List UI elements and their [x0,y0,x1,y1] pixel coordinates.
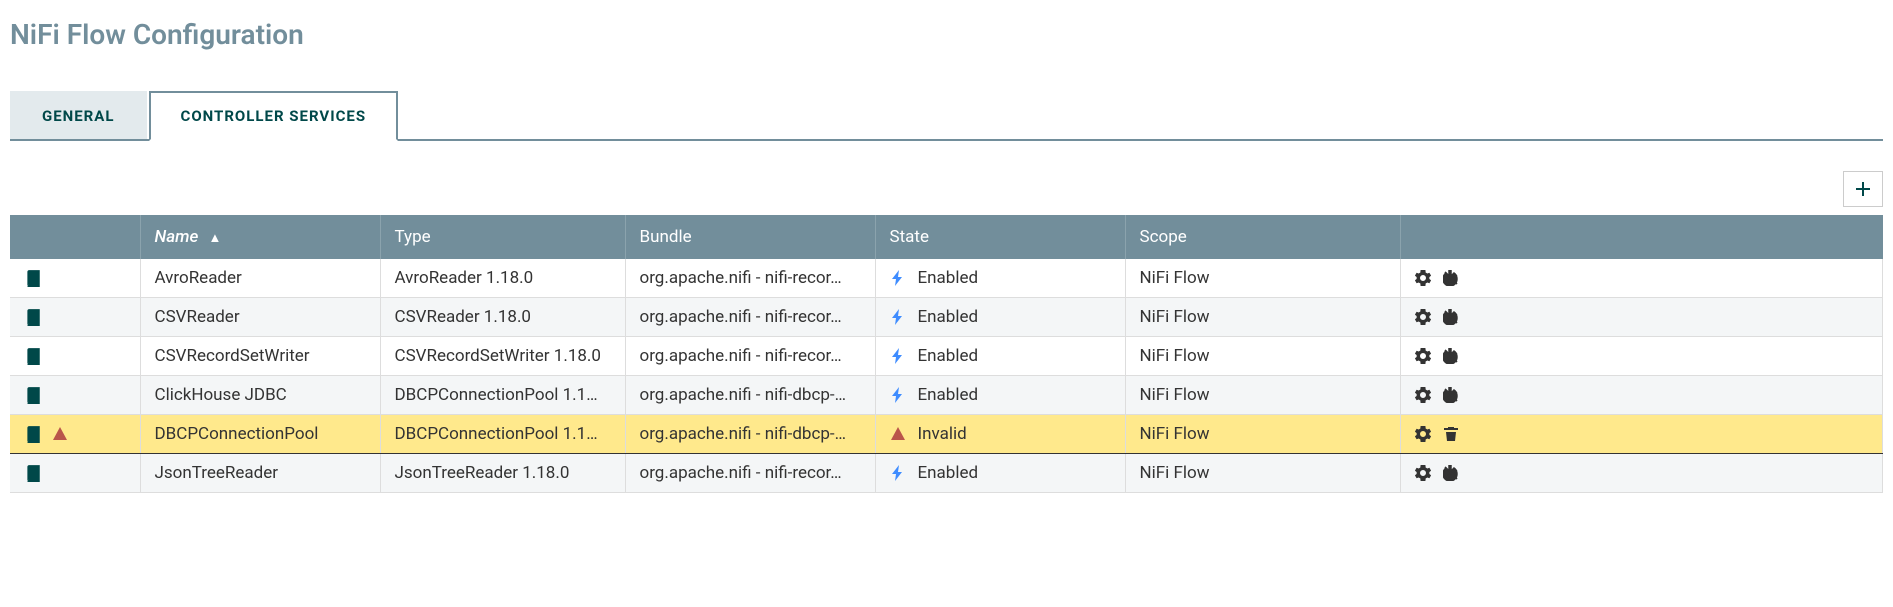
disable-icon[interactable] [1443,348,1459,364]
bolt-icon [890,348,906,364]
cell-actions [1400,298,1883,337]
gear-icon[interactable] [1415,465,1431,481]
cell-state: Enabled [875,298,1125,337]
tab-controller-services[interactable]: CONTROLLER SERVICES [149,91,399,141]
tab-general[interactable]: GENERAL [10,91,147,139]
book-icon[interactable] [24,308,42,326]
cell-leading [10,454,140,493]
cell-type: CSVReader 1.18.0 [380,298,625,337]
cell-type: DBCPConnectionPool 1.1… [380,376,625,415]
bolt-icon [890,387,906,403]
trash-icon[interactable] [1443,426,1459,442]
cell-name: CSVRecordSetWriter [140,337,380,376]
cell-scope: NiFi Flow [1125,454,1400,493]
cell-leading [10,415,140,454]
table-row[interactable]: DBCPConnectionPoolDBCPConnectionPool 1.1… [10,415,1883,454]
warning-icon[interactable] [52,426,68,442]
cell-bundle: org.apache.nifi - nifi-recor… [625,337,875,376]
cell-actions [1400,415,1883,454]
state-text: Enabled [918,346,979,366]
col-header-scope[interactable]: Scope [1125,215,1400,259]
col-header-state[interactable]: State [875,215,1125,259]
gear-icon[interactable] [1415,309,1431,325]
cell-bundle: org.apache.nifi - nifi-dbcp-… [625,415,875,454]
cell-bundle: org.apache.nifi - nifi-recor… [625,454,875,493]
book-icon[interactable] [24,425,42,443]
disable-icon[interactable] [1443,387,1459,403]
cell-leading [10,376,140,415]
cell-name: CSVReader [140,298,380,337]
add-controller-service-button[interactable] [1843,171,1883,207]
cell-state: Enabled [875,337,1125,376]
cell-name: DBCPConnectionPool [140,415,380,454]
book-icon[interactable] [24,386,42,404]
toolbar [10,171,1883,207]
disable-icon[interactable] [1443,270,1459,286]
cell-bundle: org.apache.nifi - nifi-recor… [625,259,875,298]
cell-leading [10,337,140,376]
col-header-actions [1400,215,1883,259]
gear-icon[interactable] [1415,270,1431,286]
cell-leading [10,259,140,298]
cell-scope: NiFi Flow [1125,298,1400,337]
gear-icon[interactable] [1415,387,1431,403]
cell-actions [1400,454,1883,493]
book-icon[interactable] [24,464,42,482]
cell-leading [10,298,140,337]
cell-actions [1400,376,1883,415]
cell-state: Enabled [875,454,1125,493]
cell-bundle: org.apache.nifi - nifi-dbcp-… [625,376,875,415]
col-header-bundle[interactable]: Bundle [625,215,875,259]
col-header-type[interactable]: Type [380,215,625,259]
gear-icon[interactable] [1415,426,1431,442]
col-header-label: Name [155,227,199,247]
disable-icon[interactable] [1443,465,1459,481]
state-text: Enabled [918,463,979,483]
col-header-leading[interactable] [10,215,140,259]
cell-type: AvroReader 1.18.0 [380,259,625,298]
plus-icon [1853,179,1873,199]
table-row[interactable]: CSVRecordSetWriterCSVRecordSetWriter 1.1… [10,337,1883,376]
sort-asc-icon: ▲ [208,231,221,246]
cell-name: AvroReader [140,259,380,298]
controller-services-table: Name ▲ Type Bundle State Scope AvroReade… [10,215,1883,493]
book-icon[interactable] [24,347,42,365]
cell-type: DBCPConnectionPool 1.1… [380,415,625,454]
cell-scope: NiFi Flow [1125,337,1400,376]
page-title: NiFi Flow Configuration [10,18,1883,51]
state-text: Enabled [918,268,979,288]
cell-name: ClickHouse JDBC [140,376,380,415]
warning-icon [890,426,906,442]
cell-scope: NiFi Flow [1125,415,1400,454]
cell-type: CSVRecordSetWriter 1.18.0 [380,337,625,376]
cell-actions [1400,259,1883,298]
state-text: Invalid [918,424,967,444]
table-row[interactable]: AvroReaderAvroReader 1.18.0org.apache.ni… [10,259,1883,298]
cell-scope: NiFi Flow [1125,376,1400,415]
gear-icon[interactable] [1415,348,1431,364]
table-row[interactable]: JsonTreeReaderJsonTreeReader 1.18.0org.a… [10,454,1883,493]
cell-state: Enabled [875,259,1125,298]
cell-actions [1400,337,1883,376]
cell-type: JsonTreeReader 1.18.0 [380,454,625,493]
cell-scope: NiFi Flow [1125,259,1400,298]
col-header-name[interactable]: Name ▲ [140,215,380,259]
cell-name: JsonTreeReader [140,454,380,493]
state-text: Enabled [918,385,979,405]
table-row[interactable]: CSVReaderCSVReader 1.18.0org.apache.nifi… [10,298,1883,337]
bolt-icon [890,465,906,481]
table-header-row: Name ▲ Type Bundle State Scope [10,215,1883,259]
table-row[interactable]: ClickHouse JDBCDBCPConnectionPool 1.1…or… [10,376,1883,415]
cell-state: Invalid [875,415,1125,454]
cell-state: Enabled [875,376,1125,415]
bolt-icon [890,270,906,286]
disable-icon[interactable] [1443,309,1459,325]
book-icon[interactable] [24,269,42,287]
state-text: Enabled [918,307,979,327]
bolt-icon [890,309,906,325]
tabs: GENERAL CONTROLLER SERVICES [10,91,1883,141]
cell-bundle: org.apache.nifi - nifi-recor… [625,298,875,337]
